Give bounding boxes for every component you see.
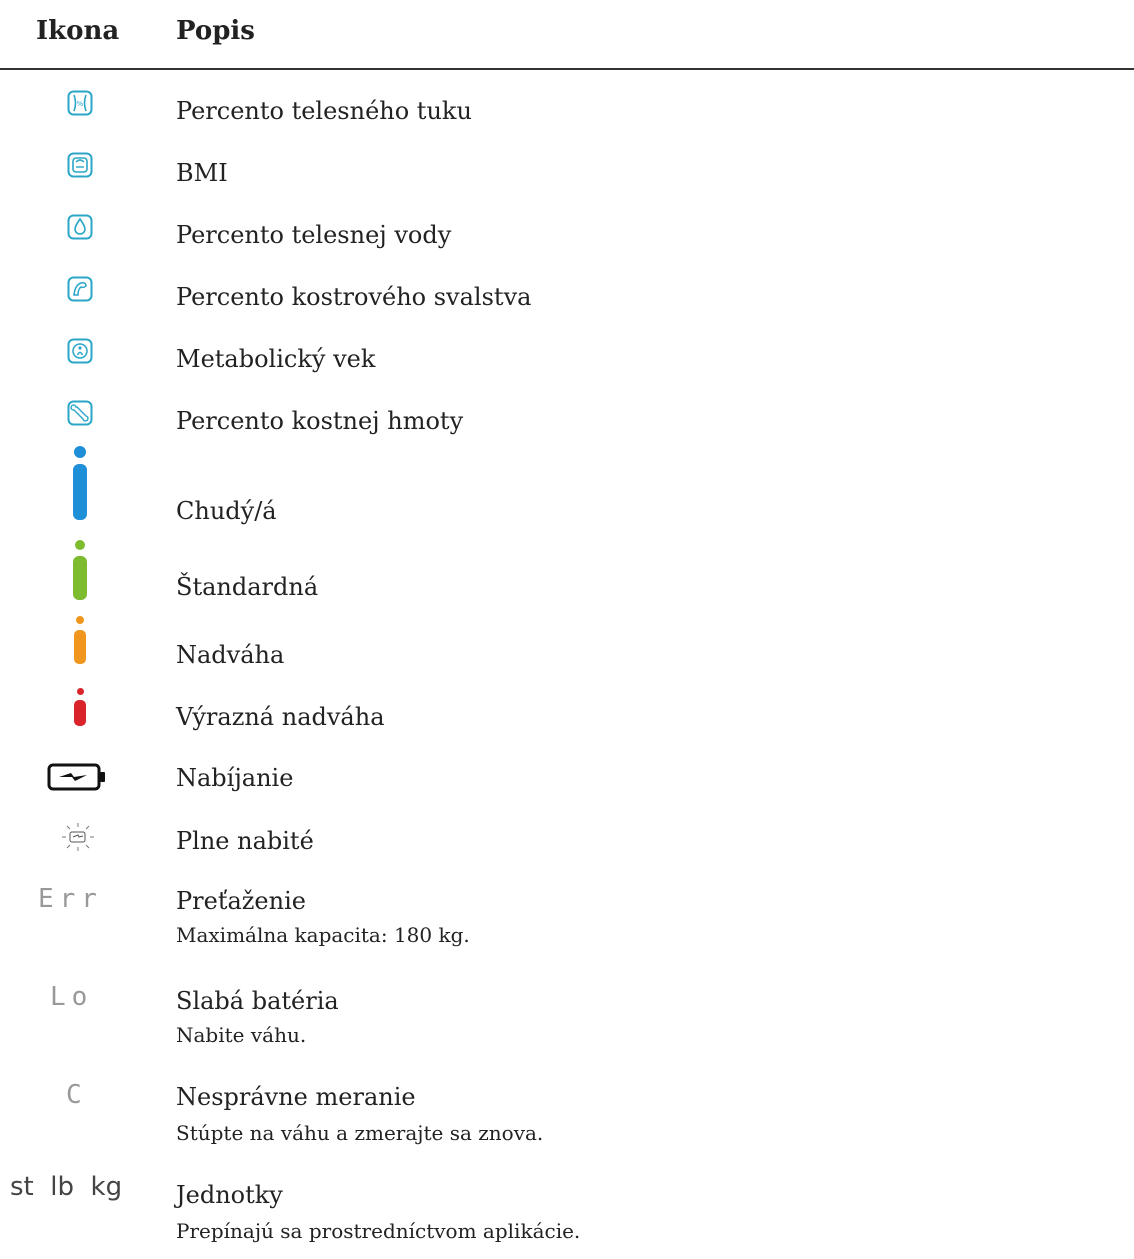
body-fat-icon: %	[67, 90, 93, 116]
indicator-blue-icon	[73, 446, 87, 520]
row-label: Nadváha	[176, 641, 285, 669]
muscle-icon	[67, 276, 93, 302]
row-label: Výrazná nadváha	[176, 703, 385, 731]
row-label: Plne nabité	[176, 827, 314, 855]
row-label: Percento kostrového svalstva	[176, 283, 532, 311]
column-header-icon: Ikona	[36, 16, 120, 46]
row-sublabel: Prepínajú sa prostredníctvom aplikácie.	[176, 1219, 581, 1243]
indicator-red-icon	[74, 688, 86, 726]
row-label: Nesprávne meranie	[176, 1083, 416, 1111]
row-label: Nabíjanie	[176, 764, 294, 792]
row-sublabel: Maximálna kapacita: 180 kg.	[176, 923, 470, 947]
row-label: Percento kostnej hmoty	[176, 407, 464, 435]
scale-bmi-icon	[67, 152, 93, 178]
row-label: Slabá batéria	[176, 987, 339, 1015]
bone-icon	[67, 400, 93, 426]
battery-charging-icon	[47, 763, 105, 791]
row-label: Jednotky	[176, 1181, 283, 1209]
row-label: Chudý/á	[176, 497, 277, 525]
row-label: BMI	[176, 159, 228, 187]
battery-full-icon	[62, 823, 94, 851]
c-display-icon: C	[66, 1080, 88, 1110]
row-label: Preťaženie	[176, 887, 306, 915]
row-label: Štandardná	[176, 573, 319, 601]
column-header-description: Popis	[176, 16, 255, 46]
row-label: Metabolický vek	[176, 345, 376, 373]
lo-display-icon: Lo	[50, 982, 94, 1012]
row-label: Percento telesného tuku	[176, 97, 472, 125]
svg-text:%: %	[77, 100, 84, 108]
err-display-icon: Err	[38, 884, 103, 914]
row-label: Percento telesnej vody	[176, 221, 452, 249]
units-display-icon: st lb kg	[10, 1172, 123, 1202]
water-drop-icon	[67, 214, 93, 240]
row-sublabel: Stúpte na váhu a zmerajte sa znova.	[176, 1121, 544, 1145]
metabolic-age-icon	[67, 338, 93, 364]
row-sublabel: Nabite váhu.	[176, 1023, 307, 1047]
table-header: Ikona Popis	[0, 0, 1134, 70]
indicator-orange-icon	[74, 616, 86, 664]
indicator-green-icon	[73, 540, 87, 600]
